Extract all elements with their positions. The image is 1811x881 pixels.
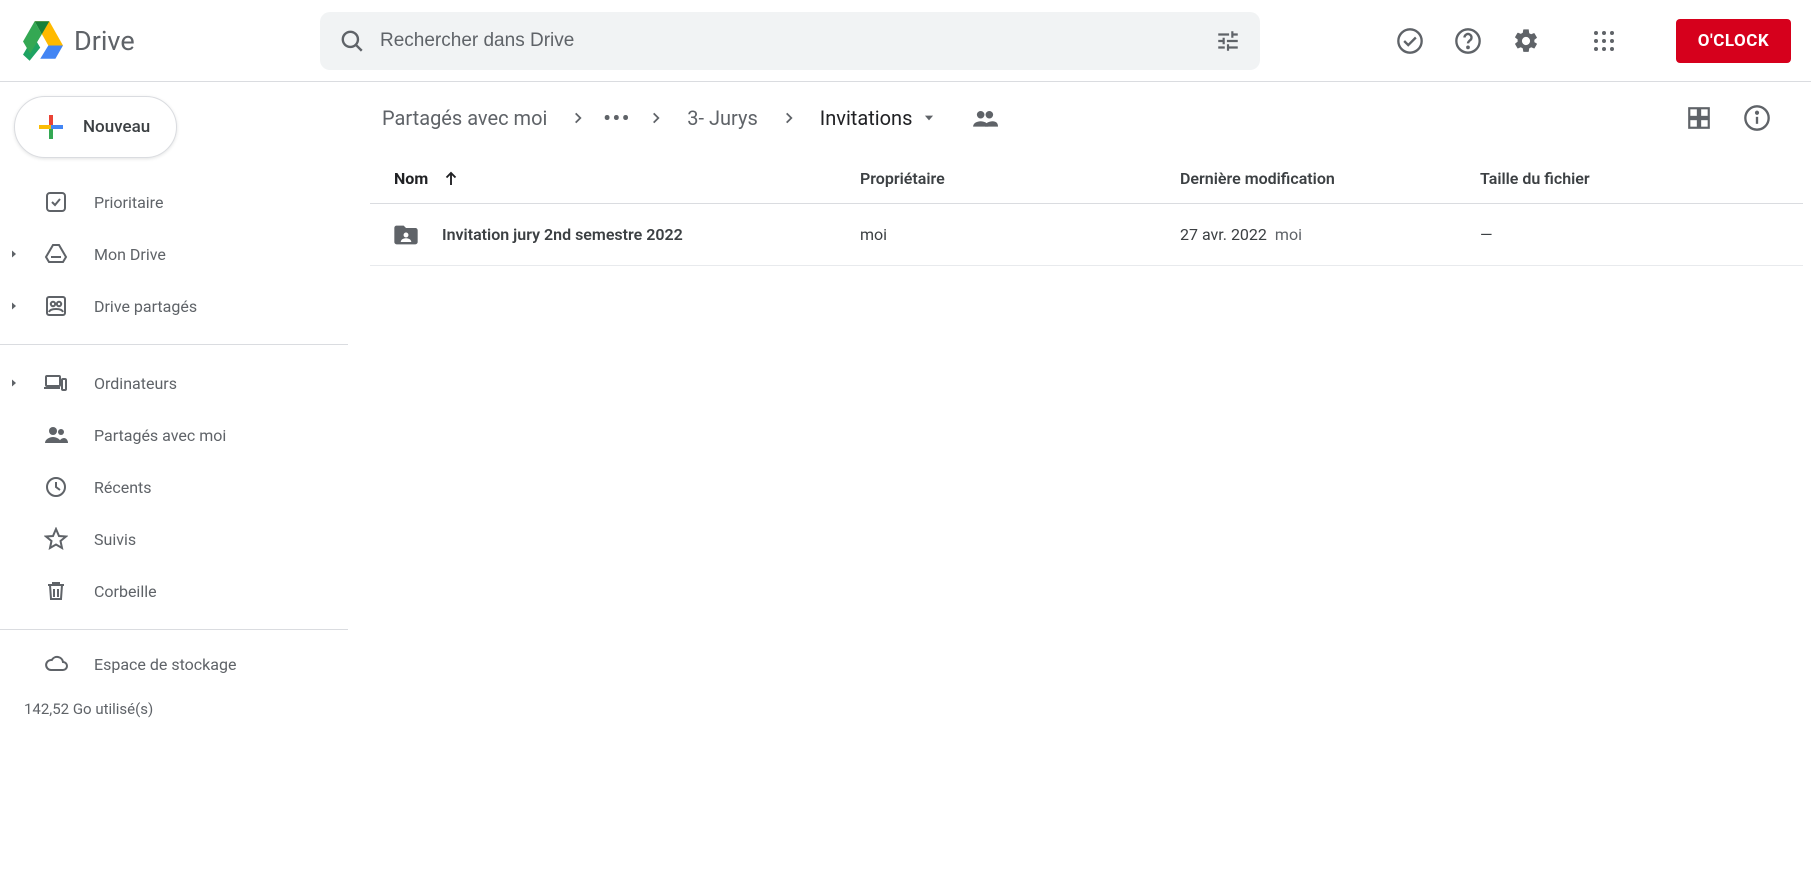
info-icon[interactable] (1743, 104, 1771, 132)
sidebar: Nouveau Prioritaire Mon Drive (0, 82, 348, 881)
help-icon[interactable] (1454, 27, 1482, 55)
breadcrumb: Partagés avec moi ••• 3- Jurys Invitatio… (348, 82, 1781, 154)
shared-folder-icon (392, 221, 420, 249)
offline-ready-icon[interactable] (1396, 27, 1424, 55)
apps-grid-icon[interactable] (1590, 27, 1618, 55)
table-row[interactable]: Invitation jury 2nd semestre 2022 moi 27… (370, 204, 1803, 266)
drive-logo[interactable]: Drive (20, 21, 320, 61)
modified-date: 27 avr. 2022 (1180, 225, 1267, 244)
priority-icon (44, 190, 68, 214)
nav-label: Corbeille (94, 582, 157, 601)
cell-size: — (1480, 225, 1793, 244)
trash-icon (44, 579, 68, 603)
expand-icon[interactable] (8, 248, 22, 260)
breadcrumb-current-label: Invitations (820, 106, 913, 130)
search-input[interactable] (380, 30, 1214, 52)
drive-logo-icon (20, 21, 64, 61)
breadcrumb-overflow[interactable]: ••• (603, 106, 631, 130)
new-button[interactable]: Nouveau (14, 96, 177, 158)
nav-storage[interactable]: Espace de stockage (0, 638, 348, 690)
search-options-icon[interactable] (1214, 27, 1242, 55)
cell-owner: moi (860, 225, 1180, 244)
file-table: Nom Propriétaire Dernière modification T… (370, 154, 1803, 266)
recent-icon (44, 475, 68, 499)
settings-gear-icon[interactable] (1512, 27, 1540, 55)
nav-starred[interactable]: Suivis (0, 513, 348, 565)
search-bar[interactable] (320, 12, 1260, 70)
modified-by: moi (1275, 225, 1302, 244)
my-drive-icon (44, 242, 68, 266)
grid-view-icon[interactable] (1685, 104, 1713, 132)
main-content: Partagés avec moi ••• 3- Jurys Invitatio… (348, 82, 1811, 881)
nav-section-main: Prioritaire Mon Drive Drive partagés (0, 172, 348, 336)
nav-priority[interactable]: Prioritaire (0, 176, 348, 228)
star-icon (44, 527, 68, 551)
nav-label: Espace de stockage (94, 655, 236, 674)
nav-shared-with-me[interactable]: Partagés avec moi (0, 409, 348, 461)
chevron-right-icon (649, 111, 663, 125)
shared-drives-icon (44, 294, 68, 318)
search-icon[interactable] (338, 27, 366, 55)
chevron-right-icon (571, 111, 585, 125)
chevron-right-icon (782, 111, 796, 125)
col-name-label: Nom (394, 169, 428, 188)
storage-usage: 142,52 Go utilisé(s) (0, 690, 348, 718)
nav-label: Mon Drive (94, 245, 166, 264)
nav-divider (0, 344, 348, 345)
sort-asc-icon (442, 170, 460, 188)
nav-recent[interactable]: Récents (0, 461, 348, 513)
expand-icon[interactable] (8, 377, 22, 389)
table-header: Nom Propriétaire Dernière modification T… (370, 154, 1803, 204)
view-controls (1685, 104, 1781, 132)
chevron-down-icon (922, 111, 936, 125)
col-size-header[interactable]: Taille du fichier (1480, 169, 1793, 188)
expand-icon[interactable] (8, 300, 22, 312)
nav-label: Suivis (94, 530, 136, 549)
nav-label: Drive partagés (94, 297, 197, 316)
header-actions: O'CLOCK (1396, 19, 1791, 63)
col-owner-header[interactable]: Propriétaire (860, 169, 1180, 188)
shared-icon (44, 423, 68, 447)
breadcrumb-mid[interactable]: 3- Jurys (681, 102, 764, 134)
nav-divider (0, 629, 348, 630)
nav-computers[interactable]: Ordinateurs (0, 357, 348, 409)
cloud-icon (44, 651, 68, 677)
cell-modified: 27 avr. 2022 moi (1180, 225, 1480, 244)
nav-trash[interactable]: Corbeille (0, 565, 348, 617)
plus-icon (33, 109, 69, 145)
shared-indicator-icon[interactable] (972, 105, 998, 131)
col-modified-header[interactable]: Dernière modification (1180, 169, 1480, 188)
oclock-label: O'CLOCK (1698, 31, 1769, 51)
computers-icon (44, 371, 68, 395)
nav-my-drive[interactable]: Mon Drive (0, 228, 348, 280)
breadcrumb-current[interactable]: Invitations (814, 102, 943, 134)
nav-label: Prioritaire (94, 193, 163, 212)
breadcrumb-root[interactable]: Partagés avec moi (376, 102, 553, 134)
nav-section-secondary: Ordinateurs Partagés avec moi Récents (0, 353, 348, 621)
new-button-label: Nouveau (83, 117, 150, 137)
nav-label: Récents (94, 478, 152, 497)
file-name: Invitation jury 2nd semestre 2022 (442, 225, 683, 244)
cell-name: Invitation jury 2nd semestre 2022 (380, 221, 860, 249)
col-name-header[interactable]: Nom (380, 169, 860, 188)
nav-shared-drives[interactable]: Drive partagés (0, 280, 348, 332)
nav-label: Partagés avec moi (94, 426, 226, 445)
header: Drive O'CLOCK (0, 0, 1811, 82)
app-name: Drive (74, 25, 135, 57)
oclock-badge[interactable]: O'CLOCK (1676, 19, 1791, 63)
nav-label: Ordinateurs (94, 374, 177, 393)
